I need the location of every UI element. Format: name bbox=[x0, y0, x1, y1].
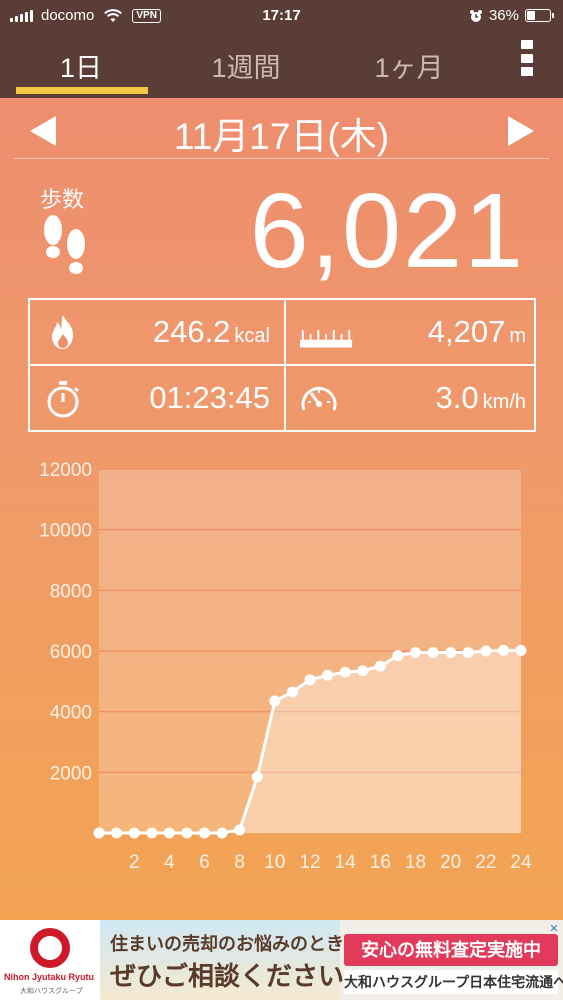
distance-value: 4,207 m bbox=[427, 314, 526, 349]
steps-count: 6,021 bbox=[249, 172, 525, 290]
y-tick-label: 12000 bbox=[39, 460, 92, 481]
x-tick-label: 24 bbox=[510, 852, 532, 873]
alarm-icon bbox=[469, 9, 482, 22]
data-point bbox=[128, 827, 140, 839]
steps-label: 歩数 bbox=[40, 187, 85, 212]
data-point bbox=[251, 771, 263, 783]
data-point bbox=[515, 644, 527, 656]
data-point bbox=[286, 686, 298, 698]
calories-cell: 246.2 kcal bbox=[30, 300, 284, 366]
data-point bbox=[462, 647, 474, 659]
tab-month[interactable]: 1ヶ月 bbox=[334, 46, 484, 85]
data-point bbox=[427, 647, 439, 659]
data-point bbox=[216, 827, 228, 839]
duration-cell: 01:23:45 bbox=[30, 366, 284, 432]
ad-close-icon[interactable]: ✕ bbox=[547, 922, 561, 936]
data-point bbox=[339, 666, 351, 678]
menu-dot-icon bbox=[521, 67, 533, 76]
menu-dot-icon bbox=[521, 53, 533, 63]
data-point bbox=[304, 674, 316, 686]
ad-banner[interactable]: Nihon Jyutaku Ryutu 大和ハウスグループ 住まいの売却のお悩み… bbox=[0, 920, 563, 1000]
data-point bbox=[93, 827, 105, 839]
speed-unit: km/h bbox=[482, 391, 526, 413]
top-bar: docomo VPN 17:17 36% 1日 1週間 1ヶ月 bbox=[0, 0, 563, 98]
calories-unit: kcal bbox=[234, 325, 270, 347]
stopwatch-icon bbox=[47, 381, 80, 418]
speed-value: 3.0 km/h bbox=[435, 380, 526, 415]
ad-cta-block: 安心の無料査定実施中 大和ハウスグループ日本住宅流通へ bbox=[340, 920, 563, 1000]
tab-day[interactable]: 1日 bbox=[6, 46, 156, 85]
battery-percent: 36% bbox=[488, 7, 519, 24]
battery-fill bbox=[527, 11, 535, 20]
status-right: 36% bbox=[469, 7, 554, 24]
distance-unit: m bbox=[509, 325, 526, 347]
data-point bbox=[497, 644, 509, 656]
x-tick-label: 10 bbox=[264, 852, 285, 873]
ad-brand-name: Nihon Jyutaku Ryutu bbox=[4, 972, 95, 982]
data-point bbox=[234, 824, 246, 836]
date-divider bbox=[14, 158, 549, 159]
x-tick-label: 22 bbox=[475, 852, 496, 873]
x-tick-label: 6 bbox=[199, 852, 210, 873]
data-point bbox=[357, 665, 369, 677]
brand-logo-icon bbox=[30, 928, 70, 968]
ad-badge: 安心の無料査定実施中 bbox=[344, 934, 558, 966]
x-tick-label: 14 bbox=[335, 852, 357, 873]
next-day-arrow-icon[interactable] bbox=[508, 116, 534, 146]
data-point bbox=[392, 650, 404, 662]
active-tab-indicator bbox=[16, 87, 148, 94]
menu-dot-icon bbox=[521, 40, 533, 49]
x-tick-label: 8 bbox=[234, 852, 245, 873]
flame-icon bbox=[52, 315, 73, 349]
y-tick-label: 10000 bbox=[39, 521, 92, 542]
steps-line-chart: 20004000600080001000012000 2 4 6 8 10 12 14 16 1… bbox=[39, 460, 532, 873]
date-navigator: 11月17日(木) bbox=[0, 98, 563, 160]
steps-chart: 2000 4000 6000 8000 10000 12000 2 4 6 8 10 12 14 16 1… bbox=[0, 448, 563, 878]
ad-brand-block: Nihon Jyutaku Ryutu 大和ハウスグループ bbox=[0, 920, 100, 1000]
speedometer-icon bbox=[301, 387, 337, 411]
x-tick-label: 16 bbox=[370, 852, 391, 873]
ruler-icon bbox=[299, 330, 353, 348]
data-point bbox=[445, 647, 457, 659]
x-tick-label: 20 bbox=[440, 852, 461, 873]
y-tick-label: 2000 bbox=[50, 763, 92, 784]
duration-value: 01:23:45 bbox=[149, 380, 270, 415]
data-point bbox=[181, 827, 193, 839]
period-tabs: 1日 1週間 1ヶ月 bbox=[0, 32, 563, 98]
ad-line-3: 大和ハウスグループ日本住宅流通へ bbox=[344, 970, 563, 994]
x-tick-label: 18 bbox=[405, 852, 426, 873]
stats-grid: 246.2 kcal 4,207 m 01:23:45 3.0 km/h bbox=[28, 298, 536, 432]
x-tick-label: 2 bbox=[129, 852, 140, 873]
data-point bbox=[199, 827, 210, 839]
x-tick-label: 12 bbox=[299, 852, 320, 873]
tab-week[interactable]: 1週間 bbox=[171, 46, 321, 85]
status-bar: docomo VPN 17:17 36% bbox=[0, 0, 563, 32]
data-point bbox=[269, 695, 281, 707]
y-tick-label: 8000 bbox=[50, 581, 92, 602]
data-point bbox=[374, 660, 386, 672]
battery-icon bbox=[525, 9, 554, 22]
current-date: 11月17日(木) bbox=[173, 116, 390, 157]
data-point bbox=[163, 827, 175, 839]
more-menu-button[interactable] bbox=[519, 40, 535, 76]
y-tick-label: 6000 bbox=[50, 642, 92, 663]
data-point bbox=[480, 645, 492, 657]
data-point bbox=[146, 827, 158, 839]
ad-message: 住まいの売却のお悩みのときは ぜひご相談ください bbox=[100, 920, 362, 1000]
data-point bbox=[322, 669, 334, 681]
distance-cell: 4,207 m bbox=[286, 300, 540, 366]
speed-cell: 3.0 km/h bbox=[286, 366, 540, 432]
data-point bbox=[111, 827, 123, 839]
data-point bbox=[410, 647, 421, 659]
calories-value: 246.2 kcal bbox=[152, 314, 270, 349]
ad-line-2: ぜひご相談ください bbox=[110, 961, 345, 991]
ad-line-1: 住まいの売却のお悩みのときは bbox=[110, 934, 362, 954]
x-tick-label: 4 bbox=[164, 852, 175, 873]
footprints-icon bbox=[44, 215, 85, 274]
y-tick-label: 4000 bbox=[50, 703, 92, 724]
ad-brand-sub: 大和ハウスグループ bbox=[20, 988, 83, 995]
